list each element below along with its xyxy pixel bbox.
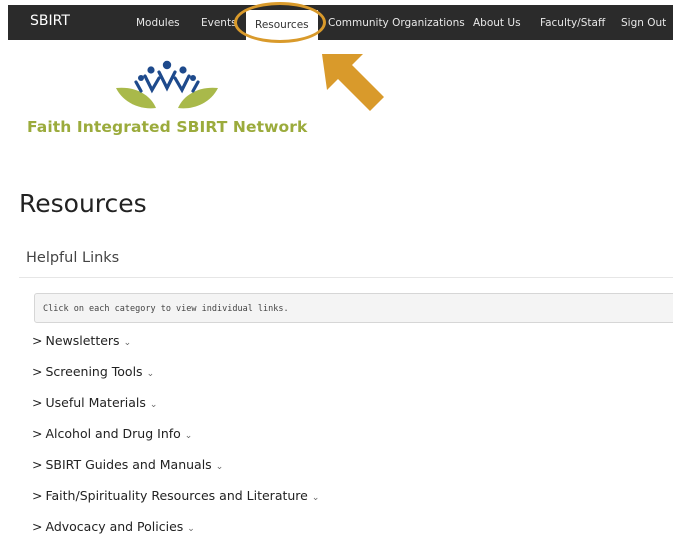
category-useful-materials[interactable]: > Useful Materials ⌄	[32, 395, 157, 415]
section-heading-helpful-links: Helpful Links	[26, 250, 120, 266]
nav-item-faculty-staff[interactable]: Faculty/Staff	[540, 17, 605, 29]
chevron-down-icon: ⌄	[123, 338, 132, 348]
category-faith-spirituality-resources[interactable]: > Faith/Spirituality Resources and Litera…	[32, 488, 319, 508]
category-alcohol-and-drug-info[interactable]: > Alcohol and Drug Info ⌄	[32, 426, 192, 446]
chevron-down-icon: ⌄	[184, 431, 193, 441]
highlight-circle-annotation	[234, 2, 326, 43]
chevron-down-icon: ⌄	[215, 462, 224, 472]
network-logo-icon	[116, 60, 218, 109]
logo-wordmark: Faith Integrated SBIRT Network	[27, 118, 308, 136]
chevron-right-icon: >	[32, 519, 43, 534]
nav-item-sign-out[interactable]: Sign Out	[621, 17, 666, 29]
category-label: SBIRT Guides and Manuals	[45, 457, 212, 472]
category-label: Screening Tools	[45, 364, 143, 379]
category-label: Advocacy and Policies	[45, 519, 184, 534]
category-label: Useful Materials	[45, 395, 146, 410]
chevron-down-icon: ⌄	[311, 493, 320, 503]
category-label: Newsletters	[45, 333, 120, 348]
nav-item-events[interactable]: Events	[201, 17, 237, 29]
chevron-right-icon: >	[32, 395, 43, 410]
nav-item-about-us[interactable]: About Us	[473, 17, 521, 29]
category-label: Alcohol and Drug Info	[45, 426, 181, 441]
section-divider	[19, 277, 673, 278]
category-label: Faith/Spirituality Resources and Literat…	[45, 488, 308, 503]
category-advocacy-and-policies[interactable]: > Advocacy and Policies ⌄	[32, 519, 195, 539]
arrow-icon	[322, 54, 384, 111]
chevron-right-icon: >	[32, 457, 43, 472]
chevron-down-icon: ⌄	[187, 524, 195, 534]
top-navbar: SBIRT Modules Events Resources Community…	[8, 5, 673, 40]
category-newsletters[interactable]: > Newsletters ⌄	[32, 333, 131, 353]
category-screening-tools[interactable]: > Screening Tools ⌄	[32, 364, 154, 384]
instruction-box: Click on each category to view individua…	[34, 293, 673, 323]
nav-item-modules[interactable]: Modules	[136, 17, 180, 29]
chevron-down-icon: ⌄	[146, 369, 155, 379]
instruction-text: Click on each category to view individua…	[43, 304, 289, 314]
category-sbirt-guides-and-manuals[interactable]: > SBIRT Guides and Manuals ⌄	[32, 457, 223, 477]
chevron-right-icon: >	[32, 333, 43, 348]
chevron-right-icon: >	[32, 488, 43, 503]
nav-item-community-organizations[interactable]: Community Organizations	[328, 17, 465, 29]
brand-link[interactable]: SBIRT	[30, 13, 70, 29]
chevron-right-icon: >	[32, 364, 43, 379]
chevron-down-icon: ⌄	[149, 400, 158, 410]
chevron-right-icon: >	[32, 426, 43, 441]
page-title: Resources	[19, 189, 147, 218]
